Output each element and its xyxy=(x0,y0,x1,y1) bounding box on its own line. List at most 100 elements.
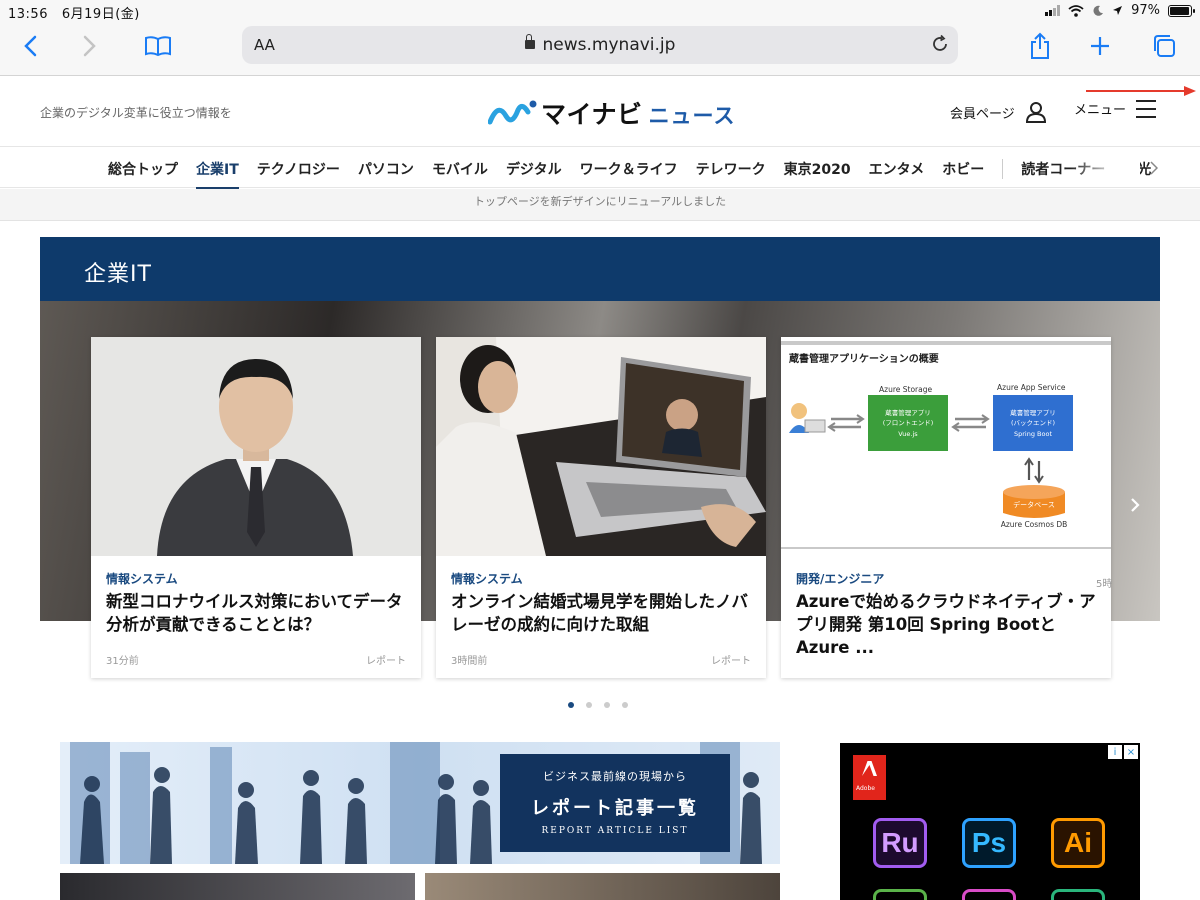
carousel-dot[interactable] xyxy=(586,702,592,708)
diagram-appservice-label: Azure App Service xyxy=(997,383,1066,392)
category-nav-list: 総合トップ 企業IT テクノロジー パソコン モバイル デジタル ワーク＆ライフ テレワーク東… xyxy=(108,159,1169,189)
article-category: 情報システム xyxy=(106,572,178,586)
article-type: レポート xyxy=(366,656,406,667)
architecture-diagram: 蔵書管理アプリケーションの概要 Azure Storage Azure App … xyxy=(781,337,1111,556)
article-thumbnail xyxy=(436,337,766,556)
nav-item[interactable]: ホビー xyxy=(942,159,984,179)
location-arrow-icon xyxy=(1113,6,1123,15)
ad-close-icon[interactable]: × xyxy=(1124,745,1138,759)
share-icon xyxy=(1031,32,1049,59)
notice-ghost-text xyxy=(0,213,1200,220)
nav-item[interactable]: デジタル xyxy=(506,159,562,179)
article-title: オンライン結婚式場見学を開始したノバレーゼの成約に向けた取組 xyxy=(451,592,748,634)
logo-mark-icon xyxy=(488,100,537,125)
status-date: 6月19日(金) xyxy=(61,7,140,22)
nav-fade xyxy=(1070,148,1140,187)
ad-info-icon[interactable]: i xyxy=(1108,745,1122,759)
address-bar[interactable]: AA news.mynavi.jp xyxy=(242,26,958,64)
chevron-right-icon xyxy=(1131,498,1140,512)
carousel-dot[interactable] xyxy=(604,702,610,708)
menu-label: メニュー xyxy=(1074,103,1127,118)
plus-icon xyxy=(1091,37,1109,55)
carousel-pagination[interactable] xyxy=(568,702,628,708)
app-icon-partial xyxy=(962,889,1016,900)
menu-button[interactable]: メニュー xyxy=(1074,99,1157,118)
nav-item[interactable]: エンタメ xyxy=(869,159,925,179)
cellular-signal-icon xyxy=(1045,5,1061,16)
portrait-photo xyxy=(91,337,421,556)
article-card[interactable]: 蔵書管理アプリケーションの概要 Azure Storage Azure App … xyxy=(781,337,1111,678)
bookmarks-button[interactable] xyxy=(140,30,176,62)
app-icon-ru: Ru xyxy=(873,818,927,868)
tabs-overview-button[interactable] xyxy=(1146,30,1182,62)
svg-text:Vue.js: Vue.js xyxy=(898,430,918,438)
nav-item[interactable]: ワーク＆ライフ xyxy=(580,159,678,179)
share-button[interactable] xyxy=(1022,30,1058,62)
adobe-label: Adobe xyxy=(856,785,875,792)
diagram-cosmos-label: Azure Cosmos DB xyxy=(1001,520,1068,529)
site-header: 企業のデジタル変革に役立つ情報を マイナビ ニュース 会員ページ メニュー xyxy=(0,77,1200,147)
notice-bar[interactable]: トップページを新デザインにリニューアルしました xyxy=(0,189,1200,221)
logo-sub-text: ニュース xyxy=(648,105,736,128)
battery-percent: 97% xyxy=(1131,3,1160,18)
article-type: レポート xyxy=(711,656,751,667)
svg-text:蔵書管理アプリ: 蔵書管理アプリ xyxy=(1010,408,1056,417)
hamburger-icon xyxy=(1136,99,1157,118)
moon-icon xyxy=(1093,5,1104,16)
nav-item[interactable]: テクノロジー xyxy=(257,159,340,179)
nav-scroll-right-button[interactable] xyxy=(1150,160,1159,179)
reload-button[interactable] xyxy=(930,34,950,58)
article-title: Azureで始めるクラウドネイティブ・アプリ開発 第10回 Spring Boo… xyxy=(796,592,1096,657)
section-title: 企業IT xyxy=(84,262,152,287)
member-page-label: 会員ページ xyxy=(950,106,1015,122)
article-card[interactable]: 情報システム オンライン結婚式場見学を開始したノバレーゼの成約に向けた取組 3時… xyxy=(436,337,766,678)
report-list-box: ビジネス最前線の現場から レポート記事一覧 REPORT ARTICLE LIS… xyxy=(500,754,730,852)
report-list-banner[interactable]: ビジネス最前線の現場から レポート記事一覧 REPORT ARTICLE LIS… xyxy=(60,742,780,864)
site-tagline: 企業のデジタル変革に役立つ情報を xyxy=(40,106,232,120)
nav-item[interactable]: 総合トップ xyxy=(108,159,178,179)
report-banner-line3: REPORT ARTICLE LIST xyxy=(541,826,689,836)
site-logo[interactable]: マイナビ ニュース xyxy=(488,95,735,131)
nav-item[interactable]: 企業IT xyxy=(196,159,239,189)
diagram-title: 蔵書管理アプリケーションの概要 xyxy=(789,352,939,365)
ad-choices[interactable]: i × xyxy=(1108,745,1138,759)
feature-thumbnail-right[interactable] xyxy=(425,873,780,900)
reload-icon xyxy=(933,34,947,51)
url-display[interactable]: news.mynavi.jp xyxy=(242,34,958,55)
tabs-icon xyxy=(1154,35,1175,57)
advertisement[interactable]: Adobe i × Ru Ps Ai xyxy=(840,743,1140,900)
lock-icon xyxy=(524,34,535,49)
article-title: 新型コロナウイルス対策においてデータ分析が貢献できることとは？ xyxy=(106,592,403,634)
article-category: 情報システム xyxy=(451,572,523,586)
forward-button[interactable] xyxy=(72,30,108,62)
battery-icon xyxy=(1168,4,1195,17)
report-banner-line1: ビジネス最前線の現場から xyxy=(543,770,687,783)
diagram-storage-label: Azure Storage xyxy=(879,385,932,394)
nav-item[interactable]: 東京2020 xyxy=(784,159,851,179)
member-page-link[interactable]: 会員ページ xyxy=(950,101,1047,123)
feature-thumbnail-left[interactable] xyxy=(60,873,415,900)
annotation-arrow-icon xyxy=(1086,86,1196,96)
carousel-next-button[interactable] xyxy=(1128,496,1142,518)
article-card[interactable]: 情報システム 新型コロナウイルス対策においてデータ分析が貢献できることとは？ 3… xyxy=(91,337,421,678)
status-time: 13:56 xyxy=(8,7,48,22)
app-icon-partial xyxy=(1051,889,1105,900)
nav-item[interactable]: テレワーク xyxy=(696,159,766,179)
section-header: 企業IT xyxy=(40,237,1160,301)
notice-text: トップページを新デザインにリニューアルしました xyxy=(473,195,727,208)
chevron-right-icon xyxy=(1150,161,1159,175)
logo-main-text: マイナビ xyxy=(541,101,643,129)
carousel-dot[interactable] xyxy=(568,702,574,708)
chevron-right-icon xyxy=(83,35,96,57)
nav-item[interactable]: パソコン xyxy=(358,159,414,179)
user-icon xyxy=(1025,102,1046,123)
carousel-dot[interactable] xyxy=(622,702,628,708)
laptop-photo xyxy=(436,337,766,556)
new-tab-button[interactable] xyxy=(1082,30,1118,62)
back-button[interactable] xyxy=(12,30,48,62)
article-time: 31分前 xyxy=(106,656,139,667)
nav-item[interactable]: モバイル xyxy=(432,159,488,179)
battery-fill xyxy=(1170,6,1190,15)
article-time: 3時間前 xyxy=(451,656,488,667)
article-thumbnail xyxy=(91,337,421,556)
